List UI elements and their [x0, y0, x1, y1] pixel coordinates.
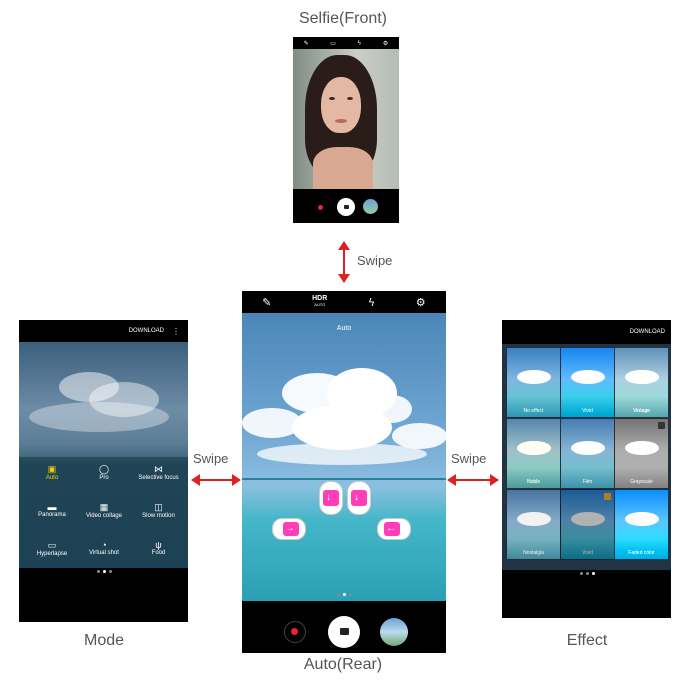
mode-label: Auto: [336, 325, 352, 332]
effect-tile-noble[interactable]: Noble: [506, 418, 561, 489]
effect-tile-vivid[interactable]: Vivid: [560, 347, 615, 418]
swipe-label-right: Swipe: [451, 451, 487, 466]
download-link[interactable]: DOWNLOAD: [630, 329, 665, 335]
gallery-thumbnail[interactable]: [380, 618, 408, 646]
rear-preview: Auto ↓ ↓ → ←: [242, 313, 446, 601]
effects-wand-icon[interactable]: ✎: [262, 296, 271, 309]
collage-icon: ▦: [99, 502, 109, 512]
download-badge-icon: [604, 493, 611, 500]
camera-icon: ▣: [47, 464, 57, 474]
mode-item-video-collage[interactable]: ▦ Video collage: [79, 502, 129, 519]
mode-item-slow-motion[interactable]: ◫ Slow motion: [131, 502, 186, 519]
person-shoulders: [313, 147, 373, 189]
effect-tile-grayscale[interactable]: Grayscale: [614, 418, 669, 489]
download-badge-icon: [658, 422, 665, 429]
caption-effect: Effect: [566, 632, 608, 649]
effect-grid: No effect Vivid Vintage Noble Film Grays…: [502, 344, 671, 570]
hdr-sub-label: AUTO: [314, 302, 326, 307]
effect-tile-no-effect[interactable]: No effect: [506, 347, 561, 418]
mode-item-auto[interactable]: ▣ Auto: [27, 464, 77, 481]
virtual-shot-icon: ◔: [101, 540, 107, 550]
mode-phone-screen: DOWNLOAD ⋮ ▣ Auto ◯ Pro ⋈ Selective focu…: [19, 320, 188, 622]
right-swipe-arrow: [447, 474, 499, 486]
swipe-up-touch-indicator: ↓: [347, 481, 371, 515]
download-link[interactable]: DOWNLOAD: [129, 328, 164, 334]
focus-icon: ⋈: [154, 464, 163, 474]
record-button[interactable]: [318, 205, 323, 210]
mode-item-selective-focus[interactable]: ⋈ Selective focus: [131, 464, 186, 481]
camera-icon: [340, 628, 349, 635]
selfie-bottom-bar: [293, 189, 399, 223]
panorama-icon: ▬: [47, 502, 57, 512]
mode-item-virtual-shot[interactable]: ◔ Virtual shot: [79, 540, 129, 556]
effect-top-bar: DOWNLOAD: [502, 320, 671, 344]
mode-top-bar: DOWNLOAD ⋮: [19, 320, 188, 342]
mode-item-pro[interactable]: ◯ Pro: [79, 464, 129, 481]
caption-auto-rear: Auto(Rear): [303, 656, 383, 673]
hdr-auto-toggle[interactable]: HDR AUTO: [312, 295, 327, 308]
rear-top-bar: ✎ HDR AUTO ϟ ⚙: [242, 291, 446, 313]
settings-gear-icon[interactable]: ⚙: [383, 40, 388, 47]
flash-icon[interactable]: ϟ: [357, 40, 361, 47]
swipe-label-left: Swipe: [193, 451, 229, 466]
rear-bottom-bar: [242, 601, 446, 653]
selfie-preview: [293, 49, 399, 189]
mode-item-hyperlapse[interactable]: ▭ Hyperlapse: [27, 540, 77, 557]
food-icon: ψ: [155, 540, 162, 550]
caption-mode: Mode: [83, 632, 125, 649]
effect-tile-film[interactable]: Film: [560, 418, 615, 489]
effect-tile-vivid-2[interactable]: Vivid: [560, 489, 615, 560]
more-options-icon[interactable]: ⋮: [172, 327, 180, 336]
mode-item-food[interactable]: ψ Food: [131, 540, 186, 556]
hyperlapse-icon: ▭: [47, 540, 57, 550]
vertical-swipe-arrow: [338, 241, 350, 283]
rear-phone-screen: ✎ HDR AUTO ϟ ⚙ Auto ↓ ↓ → ←: [242, 291, 446, 653]
person-face: [321, 77, 361, 133]
slow-motion-icon: ◫: [154, 502, 163, 512]
settings-gear-icon[interactable]: ⚙: [416, 296, 426, 309]
effects-wand-icon[interactable]: ✎: [304, 40, 309, 47]
swipe-left-touch-indicator: ←: [377, 518, 411, 540]
effect-phone-screen: DOWNLOAD No effect Vivid Vintage Noble F…: [502, 320, 671, 618]
gallery-thumbnail[interactable]: [363, 199, 378, 214]
swipe-down-touch-indicator: ↓: [319, 481, 343, 515]
selfie-phone-screen: ✎ ▭ ϟ ⚙: [293, 37, 399, 223]
swipe-label-vertical: Swipe: [357, 253, 393, 268]
ratio-icon[interactable]: ▭: [330, 40, 336, 47]
effect-tile-faded-color[interactable]: Faded color: [614, 489, 669, 560]
swipe-right-touch-indicator: →: [272, 518, 306, 540]
selfie-top-bar: ✎ ▭ ϟ ⚙: [293, 37, 399, 49]
effect-tile-vintage[interactable]: Vintage: [614, 347, 669, 418]
caption-selfie-front: Selfie(Front): [298, 10, 388, 27]
aperture-icon: ◯: [98, 464, 110, 474]
mode-item-panorama[interactable]: ▬ Panorama: [27, 502, 77, 518]
left-swipe-arrow: [191, 474, 241, 486]
mode-background: ▣ Auto ◯ Pro ⋈ Selective focus ▬ Panoram…: [19, 342, 188, 568]
flash-off-icon[interactable]: ϟ: [368, 296, 375, 309]
effect-tile-nostalgia[interactable]: Nostalgia: [506, 489, 561, 560]
